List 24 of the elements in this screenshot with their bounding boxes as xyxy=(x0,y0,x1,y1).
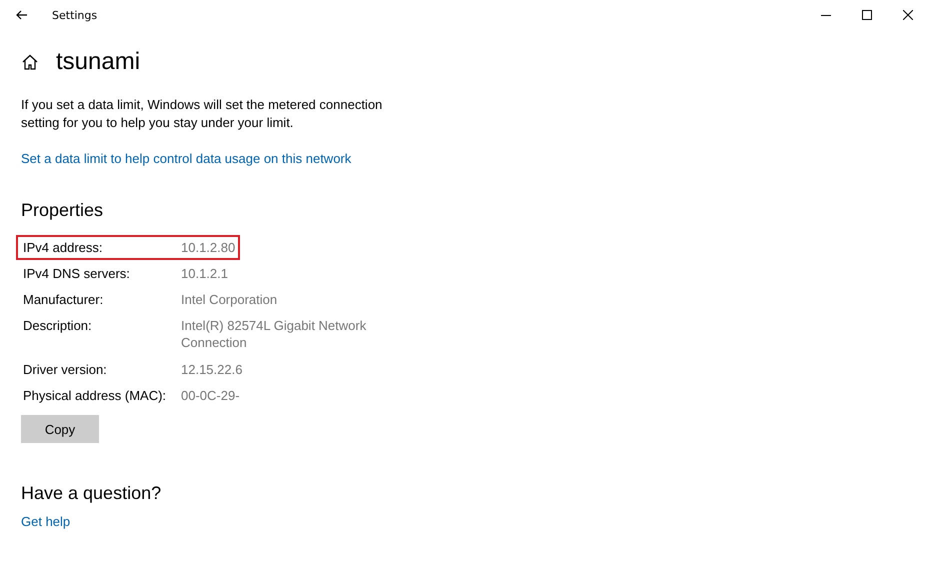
window-title: Settings xyxy=(52,8,98,22)
property-label: IPv4 DNS servers: xyxy=(23,265,131,282)
property-label: Driver version: xyxy=(23,361,108,378)
home-icon[interactable] xyxy=(22,54,38,70)
property-value: 00-0C-29- xyxy=(181,387,241,404)
property-label: IPv4 address: xyxy=(23,239,104,256)
data-limit-link[interactable]: Set a data limit to help control data usage on this network xyxy=(21,151,352,166)
property-value: 10.1.2.1 xyxy=(181,265,229,282)
page-title: tsunami xyxy=(56,48,140,76)
property-label: Description: xyxy=(23,317,93,334)
maximize-icon xyxy=(862,10,872,20)
back-arrow-icon xyxy=(16,10,28,20)
properties-heading: Properties xyxy=(21,200,104,221)
property-label: Manufacturer: xyxy=(23,291,104,308)
get-help-link[interactable]: Get help xyxy=(21,514,70,529)
copy-button[interactable]: Copy xyxy=(21,415,99,443)
help-heading: Have a question? xyxy=(21,483,162,504)
close-icon xyxy=(902,10,912,20)
property-value: 10.1.2.80 xyxy=(181,239,236,256)
data-limit-description: If you set a data limit, Windows will set the metered connection setting for you to help you stay under your limit. xyxy=(21,96,384,132)
property-value: Intel Corporation xyxy=(181,291,278,308)
property-value: 12.15.22.6 xyxy=(181,361,244,378)
property-value: Intel(R) 82574L Gigabit Network Connection xyxy=(181,317,368,351)
property-label: Physical address (MAC): xyxy=(23,387,168,404)
